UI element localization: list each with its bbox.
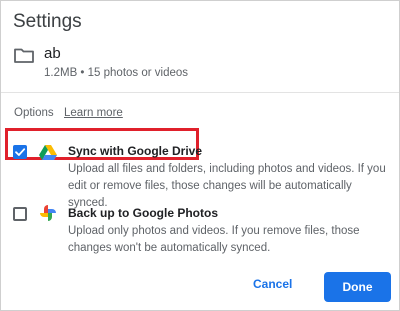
google-photos-icon <box>40 205 56 221</box>
cancel-button[interactable]: Cancel <box>253 277 292 291</box>
sync-drive-checkbox[interactable] <box>13 145 27 159</box>
folder-name: ab <box>44 45 61 62</box>
dialog-title: Settings <box>13 11 82 32</box>
folder-meta: 1.2MB • 15 photos or videos <box>44 67 189 79</box>
checkmark-icon <box>15 148 26 156</box>
backup-photos-checkbox[interactable] <box>13 207 27 221</box>
learn-more-link[interactable]: Learn more <box>64 107 123 119</box>
sync-drive-description: Upload all files and folders, including … <box>68 163 386 209</box>
options-label: Options <box>14 107 54 119</box>
folder-icon <box>14 48 34 63</box>
done-button[interactable]: Done <box>324 272 391 302</box>
sync-drive-title: Sync with Google Drive <box>68 144 203 158</box>
backup-photos-description: Upload only photos and videos. If you re… <box>68 225 360 254</box>
google-drive-icon <box>39 145 57 160</box>
settings-dialog: Settings ab 1.2MB • 15 photos or videos … <box>0 0 400 311</box>
backup-photos-title: Back up to Google Photos <box>68 206 219 220</box>
divider <box>1 92 399 93</box>
